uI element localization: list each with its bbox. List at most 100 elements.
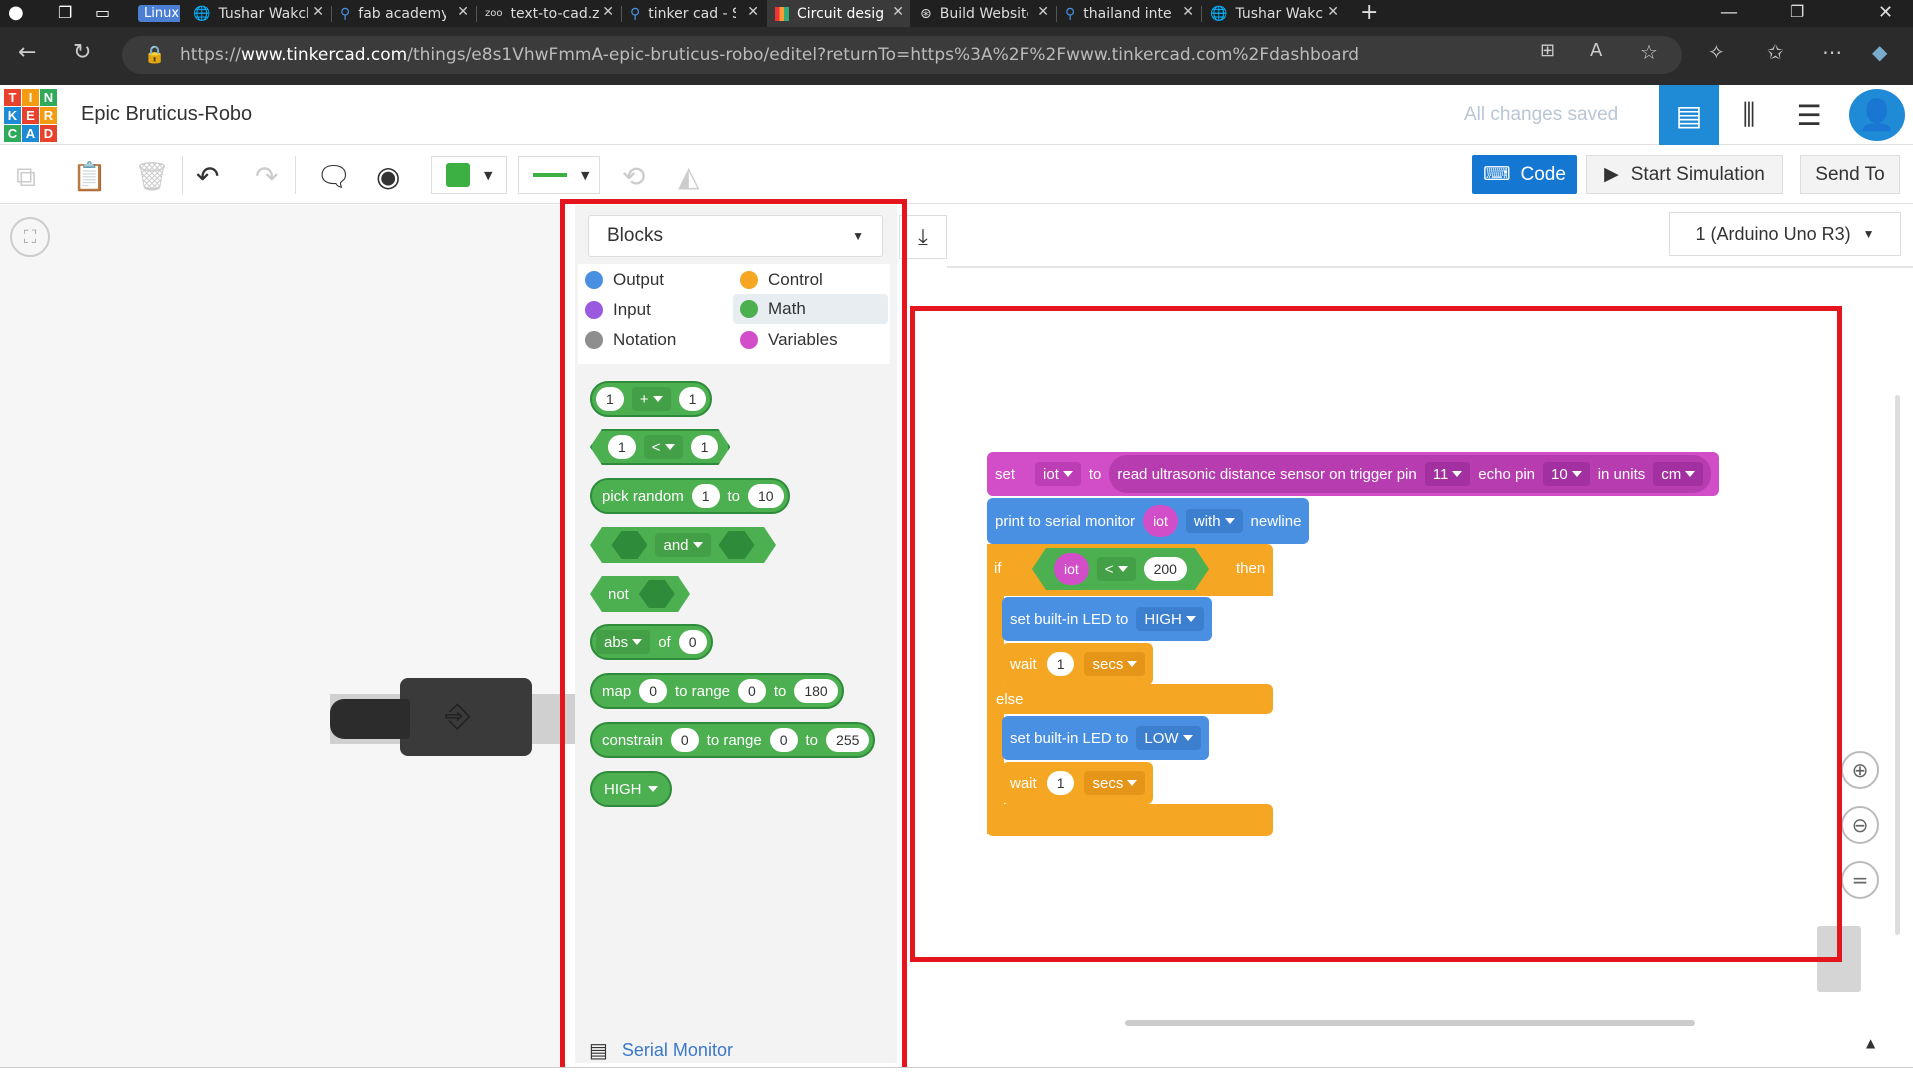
- board-select-value: 1 (Arduino Uno R3): [1695, 223, 1851, 244]
- flip-icon[interactable]: ◭: [678, 160, 700, 193]
- tab-label: tinker cad - Search: [648, 5, 736, 22]
- url-domain: www.tinkercad.com: [240, 45, 408, 65]
- profile-icon[interactable]: ●: [8, 2, 24, 23]
- zoom-in-icon[interactable]: ⊕: [1841, 751, 1879, 789]
- back-icon[interactable]: ←: [18, 40, 36, 65]
- component-list-icon[interactable]: ☰: [1779, 85, 1839, 145]
- tab-label: Tushar Wakchaure: [218, 5, 308, 22]
- vertical-scrollbar[interactable]: [1895, 395, 1900, 935]
- logo-letter: T: [4, 89, 21, 106]
- circuit-view-icon[interactable]: ▤: [1659, 85, 1719, 145]
- tab-label: Linux: [138, 5, 180, 22]
- lock-icon: 🔒: [144, 45, 166, 65]
- delete-icon[interactable]: 🗑: [134, 160, 170, 193]
- refresh-icon[interactable]: ↻: [73, 40, 91, 65]
- paste-icon[interactable]: 📋: [72, 160, 107, 193]
- redo-icon[interactable]: ↷: [255, 160, 278, 193]
- undo-icon[interactable]: ↶: [196, 160, 219, 193]
- read-aloud-icon[interactable]: A: [1590, 40, 1602, 61]
- start-simulation-button[interactable]: ▶ Start Simulation: [1586, 155, 1783, 194]
- logo-letter: E: [22, 107, 39, 124]
- send-to-button[interactable]: Send To: [1800, 155, 1900, 194]
- tab-circuit-design[interactable]: Circuit design Epic ✕: [767, 0, 910, 27]
- usb-icon: ⎆: [445, 696, 471, 734]
- tab-thailand[interactable]: ⚲ thailand internship ✕: [1057, 0, 1200, 27]
- close-icon[interactable]: ✕: [1182, 4, 1194, 20]
- logo-letter: R: [40, 107, 57, 124]
- tab-label: fab academy 2024: [358, 5, 447, 22]
- close-icon[interactable]: ✕: [602, 4, 614, 20]
- schematic-view-icon[interactable]: ⫼: [1719, 85, 1779, 145]
- close-icon[interactable]: ✕: [457, 4, 469, 20]
- notes-toggle-icon[interactable]: ◉: [376, 160, 400, 193]
- chevron-down-icon: ▼: [1862, 227, 1875, 241]
- download-icon: ⤓: [918, 224, 928, 250]
- reset-zoom-icon[interactable]: =: [1841, 861, 1879, 899]
- color-swatch: [446, 163, 470, 187]
- tab-group-linux[interactable]: Linux: [138, 0, 180, 27]
- start-simulation-label: Start Simulation: [1630, 163, 1765, 185]
- browser-tab-bar: ● ❐ ▭ Linux 🌐Tushar Wakchaure✕ ⚲fab acad…: [0, 0, 1913, 27]
- chatgpt-icon: ⊛: [920, 5, 932, 22]
- code-icon: ⌨: [1483, 164, 1511, 185]
- code-button[interactable]: ⌨ Code: [1472, 155, 1577, 194]
- highlight-script: [910, 306, 1842, 962]
- collapse-icon[interactable]: ▲: [1866, 1036, 1875, 1050]
- close-icon[interactable]: ✕: [1327, 4, 1339, 20]
- close-icon[interactable]: ✕: [892, 4, 904, 20]
- copilot-icon[interactable]: ◆: [1872, 40, 1887, 64]
- tab-label: Circuit design Epic: [797, 5, 885, 22]
- highlight-palette: [560, 199, 907, 1083]
- workspaces-icon[interactable]: ❐: [58, 3, 72, 22]
- tab-label: thailand internship: [1083, 5, 1172, 22]
- close-window-icon[interactable]: ✕: [1878, 2, 1893, 23]
- favorites-icon[interactable]: ✩: [1767, 40, 1784, 64]
- more-icon[interactable]: ⋯: [1822, 40, 1842, 64]
- notes-icon[interactable]: 🗨: [316, 160, 352, 193]
- color-picker[interactable]: ▼: [431, 156, 507, 194]
- extensions-icon[interactable]: ✧: [1708, 40, 1725, 64]
- rotate-icon[interactable]: ⟲: [622, 160, 645, 193]
- chevron-down-icon: ▼: [581, 168, 590, 182]
- logo-letter: I: [22, 89, 39, 106]
- usb-plug[interactable]: ⎆: [400, 678, 532, 756]
- logo-letter: K: [4, 107, 21, 124]
- minimize-icon[interactable]: —: [1720, 2, 1738, 23]
- copy-icon[interactable]: ⧉: [16, 160, 36, 194]
- project-title[interactable]: Epic Bruticus-Robo: [81, 103, 252, 126]
- logo-letter: C: [4, 125, 21, 142]
- tab-label: Tushar Wakchaure: [1235, 5, 1324, 22]
- tab-tushar-2[interactable]: 🌐 Tushar Wakchaure✕: [1202, 0, 1345, 27]
- restore-icon[interactable]: ❐: [1790, 2, 1804, 21]
- globe-icon: 🌐: [1210, 5, 1228, 22]
- tab-label: text-to-cad.zoo: [510, 5, 599, 22]
- tab-tinkercad-search[interactable]: ⚲ tinker cad - Search ✕: [622, 0, 765, 27]
- close-icon[interactable]: ✕: [747, 4, 759, 20]
- code-button-label: Code: [1520, 163, 1566, 185]
- view-switcher: ▤ ⫼ ☰ 👤: [1659, 85, 1913, 145]
- usb-cable-strain: [330, 699, 410, 739]
- tinkercad-logo[interactable]: T I N K E R C A D: [4, 89, 57, 142]
- tab-text-to-cad[interactable]: zoo text-to-cad.zoo✕: [477, 0, 620, 27]
- tab-label: Build Website with: [939, 5, 1028, 22]
- tab-actions-icon[interactable]: ▭: [95, 3, 110, 22]
- board-select[interactable]: 1 (Arduino Uno R3) ▼: [1669, 212, 1901, 256]
- address-row: ← ↻ 🔒 https://www.tinkercad.com/things/e…: [0, 27, 1913, 85]
- globe-icon: 🌐: [193, 5, 211, 22]
- fit-view-icon[interactable]: ⛶: [10, 217, 50, 257]
- url-bar[interactable]: 🔒 https://www.tinkercad.com/things/e8s1V…: [122, 36, 1682, 74]
- tab-fab-academy[interactable]: ⚲ fab academy 2024 ✕: [332, 0, 475, 27]
- wire-type-picker[interactable]: ▼: [518, 156, 600, 194]
- tab-tushar[interactable]: 🌐 Tushar Wakchaure✕: [185, 0, 330, 27]
- app-icon[interactable]: ⊞: [1540, 40, 1555, 61]
- zoom-out-icon[interactable]: ⊖: [1841, 806, 1879, 844]
- circuit-canvas[interactable]: ⛶ ⎆: [0, 205, 575, 1067]
- user-avatar[interactable]: 👤: [1849, 89, 1905, 141]
- close-icon[interactable]: ✕: [312, 4, 324, 20]
- tab-build-website[interactable]: ⊛ Build Website with ✕: [912, 0, 1055, 27]
- favorite-icon[interactable]: ☆: [1640, 40, 1658, 64]
- close-icon[interactable]: ✕: [1037, 4, 1049, 20]
- new-tab-icon[interactable]: +: [1360, 0, 1378, 25]
- horizontal-scrollbar[interactable]: [1125, 1020, 1695, 1026]
- url-prefix: https://: [180, 45, 241, 65]
